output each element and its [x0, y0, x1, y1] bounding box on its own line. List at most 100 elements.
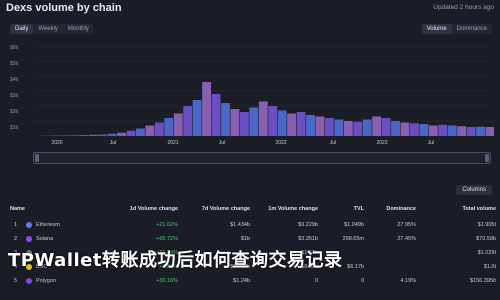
cell-c7: $1.434b [230, 222, 250, 228]
cell-cm: $3.351b [298, 236, 318, 242]
time-range-slider[interactable] [33, 152, 491, 164]
cell-rank: 5 [14, 278, 18, 284]
overlay-caption: TPWallet转账成功后如何查询交易记录 [8, 250, 343, 271]
volume-bar [192, 100, 202, 136]
cell-tvl: 0 [360, 278, 364, 284]
table-row[interactable]: 5 Polygon +36.16% $1.24b 0 0 4.19% $156.395b [6, 275, 496, 287]
header: Dexs volume by chain Updated 2 hours ago [6, 2, 494, 18]
volume-bar [334, 119, 344, 136]
cell-c7: $1b [240, 236, 250, 242]
x-tick-label: Jul [427, 140, 435, 146]
metric-dominance[interactable]: Dominance [452, 24, 492, 34]
x-tick-label: Jul [329, 140, 337, 146]
cell-tvl: 298.65m [342, 236, 364, 242]
range-handle-left[interactable] [35, 154, 39, 162]
volume-bar [353, 121, 363, 136]
volume-bar [438, 124, 448, 136]
interval-weekly[interactable]: Weekly [33, 24, 63, 34]
volume-chart: $6b $5b $4b $3b $2b $1b [10, 38, 494, 146]
table-row[interactable]: 2 Solana +65.72% $1b $3.351b 298.65m 27.45% $70… [6, 233, 496, 245]
x-axis: 2020 Jul 2021 Jul 2022 Jul 2023 Jul [10, 140, 494, 148]
volume-bar [287, 113, 297, 136]
metric-toggle: Volume Dominance [421, 24, 492, 34]
volume-bar [117, 132, 126, 136]
range-handle-right[interactable] [485, 154, 489, 162]
chart-plot [34, 45, 494, 137]
cell-tvl: $1.049b [344, 222, 364, 228]
col-header-7d[interactable]: 7d Volume change [202, 203, 250, 215]
interval-monthly[interactable]: Monthly [63, 24, 94, 34]
cell-total: $70.59b [476, 236, 496, 242]
volume-bar [466, 127, 476, 136]
volume-bar [400, 122, 410, 136]
volume-bar [343, 121, 353, 136]
col-header-1m[interactable]: 1m Volume change [268, 203, 318, 215]
cell-c7: $1.24b [233, 278, 250, 284]
cell-rank: 1 [14, 222, 18, 228]
volume-bar [296, 112, 306, 136]
volume-bar [457, 126, 467, 136]
cell-c1: +65.72% [156, 236, 178, 242]
chain-logo-icon [26, 236, 32, 242]
volume-bar [362, 119, 372, 136]
cell-rank: 2 [14, 236, 18, 242]
volume-bar [202, 82, 212, 136]
volume-bar [211, 94, 221, 136]
cell-total: $156.395b [470, 278, 496, 284]
metric-volume[interactable]: Volume [421, 24, 452, 34]
cell-cm: $9.229b [298, 222, 318, 228]
volume-bar [230, 109, 240, 136]
x-tick-label: Jul [109, 140, 117, 146]
cell-name[interactable]: Polygon [36, 275, 56, 287]
volume-bar [88, 134, 98, 136]
cell-c1: +21.62% [156, 222, 178, 228]
volume-bar [268, 106, 278, 136]
volume-bar [447, 125, 457, 136]
volume-bar [315, 116, 325, 136]
volume-bar [391, 121, 400, 136]
cell-dom: 27.95% [397, 222, 416, 228]
interval-daily[interactable]: Daily [10, 24, 34, 34]
columns-button[interactable]: Columns [456, 185, 492, 195]
chain-logo-icon [26, 222, 32, 228]
updated-label: Updated 2 hours ago [433, 4, 494, 11]
col-header-1d[interactable]: 1d Volume change [130, 203, 178, 215]
cell-dom: 27.45% [397, 236, 416, 242]
volume-bar [476, 126, 485, 136]
volume-bar [107, 133, 117, 136]
col-header-name[interactable]: Name [10, 203, 25, 215]
table-header: Name 1d Volume change 7d Volume change 1… [6, 203, 496, 215]
volume-bar [145, 125, 155, 136]
cell-tvl: $6.17b [347, 264, 364, 270]
volume-bar [154, 122, 164, 136]
cell-total: $1.0t [483, 264, 496, 270]
interval-toggle: Daily Weekly Monthly [10, 24, 94, 34]
col-header-total[interactable]: Total volume [462, 203, 496, 215]
cell-total: $1.029t [477, 250, 496, 256]
x-tick-label: 2022 [275, 140, 287, 146]
volume-bar [239, 112, 249, 136]
cell-dom: 4.19% [400, 278, 416, 284]
volume-bar [69, 135, 79, 136]
volume-bar [277, 110, 287, 136]
x-tick-label: 2021 [167, 140, 179, 146]
volume-bar [136, 128, 145, 136]
cell-name[interactable]: Solana [36, 233, 53, 245]
cell-c1: +36.16% [156, 278, 178, 284]
volume-bar [306, 115, 315, 136]
volume-bar [183, 106, 193, 136]
table-row[interactable]: 1 Ethereum +21.62% $1.434b $9.229b $1.049b 27.… [6, 219, 496, 231]
cell-name[interactable]: Ethereum [36, 219, 60, 231]
volume-bar [173, 113, 183, 136]
volume-bar [381, 118, 391, 136]
volume-bar [258, 101, 268, 136]
col-header-dominance[interactable]: Dominance [386, 203, 416, 215]
volume-bar [221, 103, 230, 136]
volume-bar [419, 124, 429, 136]
cell-total: $1.905t [477, 222, 496, 228]
volume-bar [410, 123, 419, 136]
volume-bar [79, 135, 89, 136]
col-header-tvl[interactable]: TVL [354, 203, 364, 215]
volume-bar [485, 127, 494, 136]
volume-bar [372, 116, 382, 136]
